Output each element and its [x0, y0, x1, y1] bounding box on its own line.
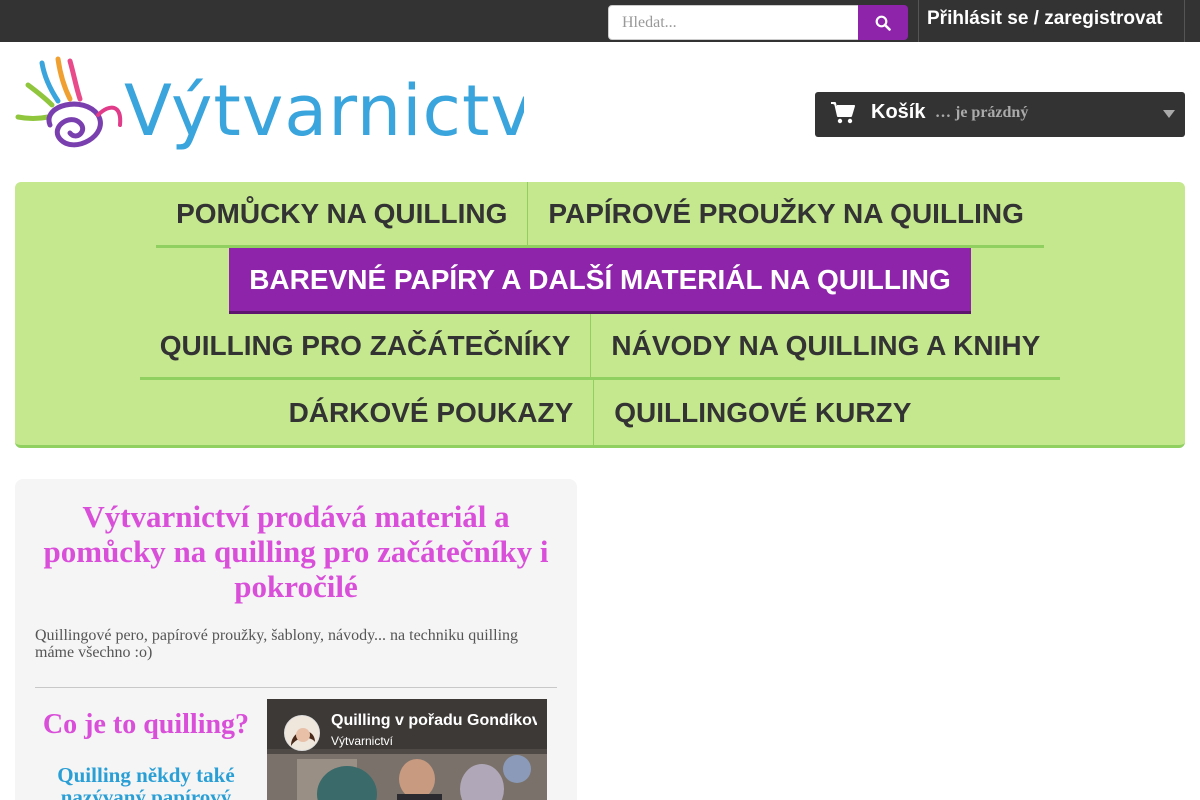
site-logo[interactable]: Výtvarnictví: [14, 55, 554, 160]
cart-label: Košík: [871, 101, 926, 123]
login-register-link[interactable]: Přihlásit se / zaregistrovat: [927, 8, 1163, 30]
nav-row: POMŮCKY NA QUILLING PAPÍROVÉ PROUŽKY NA …: [15, 182, 1185, 248]
section-text: Quilling někdy také nazývaný papírový: [57, 763, 235, 800]
intro-card: Výtvarnictví prodává materiál a pomůcky …: [15, 479, 577, 800]
search-input[interactable]: [608, 5, 859, 40]
topbar-divider: [918, 0, 919, 42]
nav-row: QUILLING PRO ZAČÁTEČNÍKY NÁVODY NA QUILL…: [15, 314, 1185, 380]
page-title: Výtvarnictví prodává materiál a pomůcky …: [43, 499, 549, 604]
nav-item-pomucky[interactable]: POMŮCKY NA QUILLING: [156, 182, 528, 248]
section-title: Co je to quilling?: [42, 709, 250, 740]
nav-row: BAREVNÉ PAPÍRY A DALŠÍ MATERIÁL NA QUILL…: [15, 248, 1185, 314]
intro-text: Quillingové pero, papírové proužky, šabl…: [35, 627, 519, 661]
cart-button[interactable]: Košík … je prázdný: [815, 92, 1185, 137]
search-icon: [875, 15, 891, 31]
divider: [35, 687, 557, 688]
logo-hand-icon: Výtvarnictví: [15, 56, 554, 152]
video-title[interactable]: Quilling v pořadu Gondíkovi: [331, 712, 537, 730]
nav-item-pro-zacatecniky[interactable]: QUILLING PRO ZAČÁTEČNÍKY: [139, 314, 591, 380]
nav-item-barevne-papiry[interactable]: BAREVNÉ PAPÍRY A DALŠÍ MATERIÁL NA QUILL…: [229, 248, 971, 314]
top-bar: Přihlásit se / zaregistrovat: [0, 0, 1200, 42]
logo-text: Výtvarnictví: [124, 70, 524, 152]
nav-item-navody-knihy[interactable]: NÁVODY NA QUILLING A KNIHY: [590, 314, 1061, 380]
channel-avatar[interactable]: [284, 715, 320, 751]
main-navigation: POMŮCKY NA QUILLING PAPÍROVÉ PROUŽKY NA …: [15, 182, 1185, 448]
caret-down-icon: [1163, 110, 1175, 118]
cart-status: … je prázdný: [935, 104, 1029, 121]
search-button[interactable]: [858, 5, 908, 40]
nav-row: DÁRKOVÉ POUKAZY QUILLINGOVÉ KURZY: [15, 380, 1185, 446]
youtube-video-embed[interactable]: Quilling v pořadu Gondíkovi Výtvarnictví: [267, 699, 547, 800]
nav-item-darkove-poukazy[interactable]: DÁRKOVÉ POUKAZY: [269, 380, 594, 446]
topbar-divider: [1184, 0, 1185, 42]
shopping-cart-icon: [831, 102, 855, 124]
video-channel-name[interactable]: Výtvarnictví: [331, 734, 393, 748]
nav-item-kurzy[interactable]: QUILLINGOVÉ KURZY: [593, 380, 931, 446]
nav-item-papirove-prouzky[interactable]: PAPÍROVÉ PROUŽKY NA QUILLING: [527, 182, 1044, 248]
